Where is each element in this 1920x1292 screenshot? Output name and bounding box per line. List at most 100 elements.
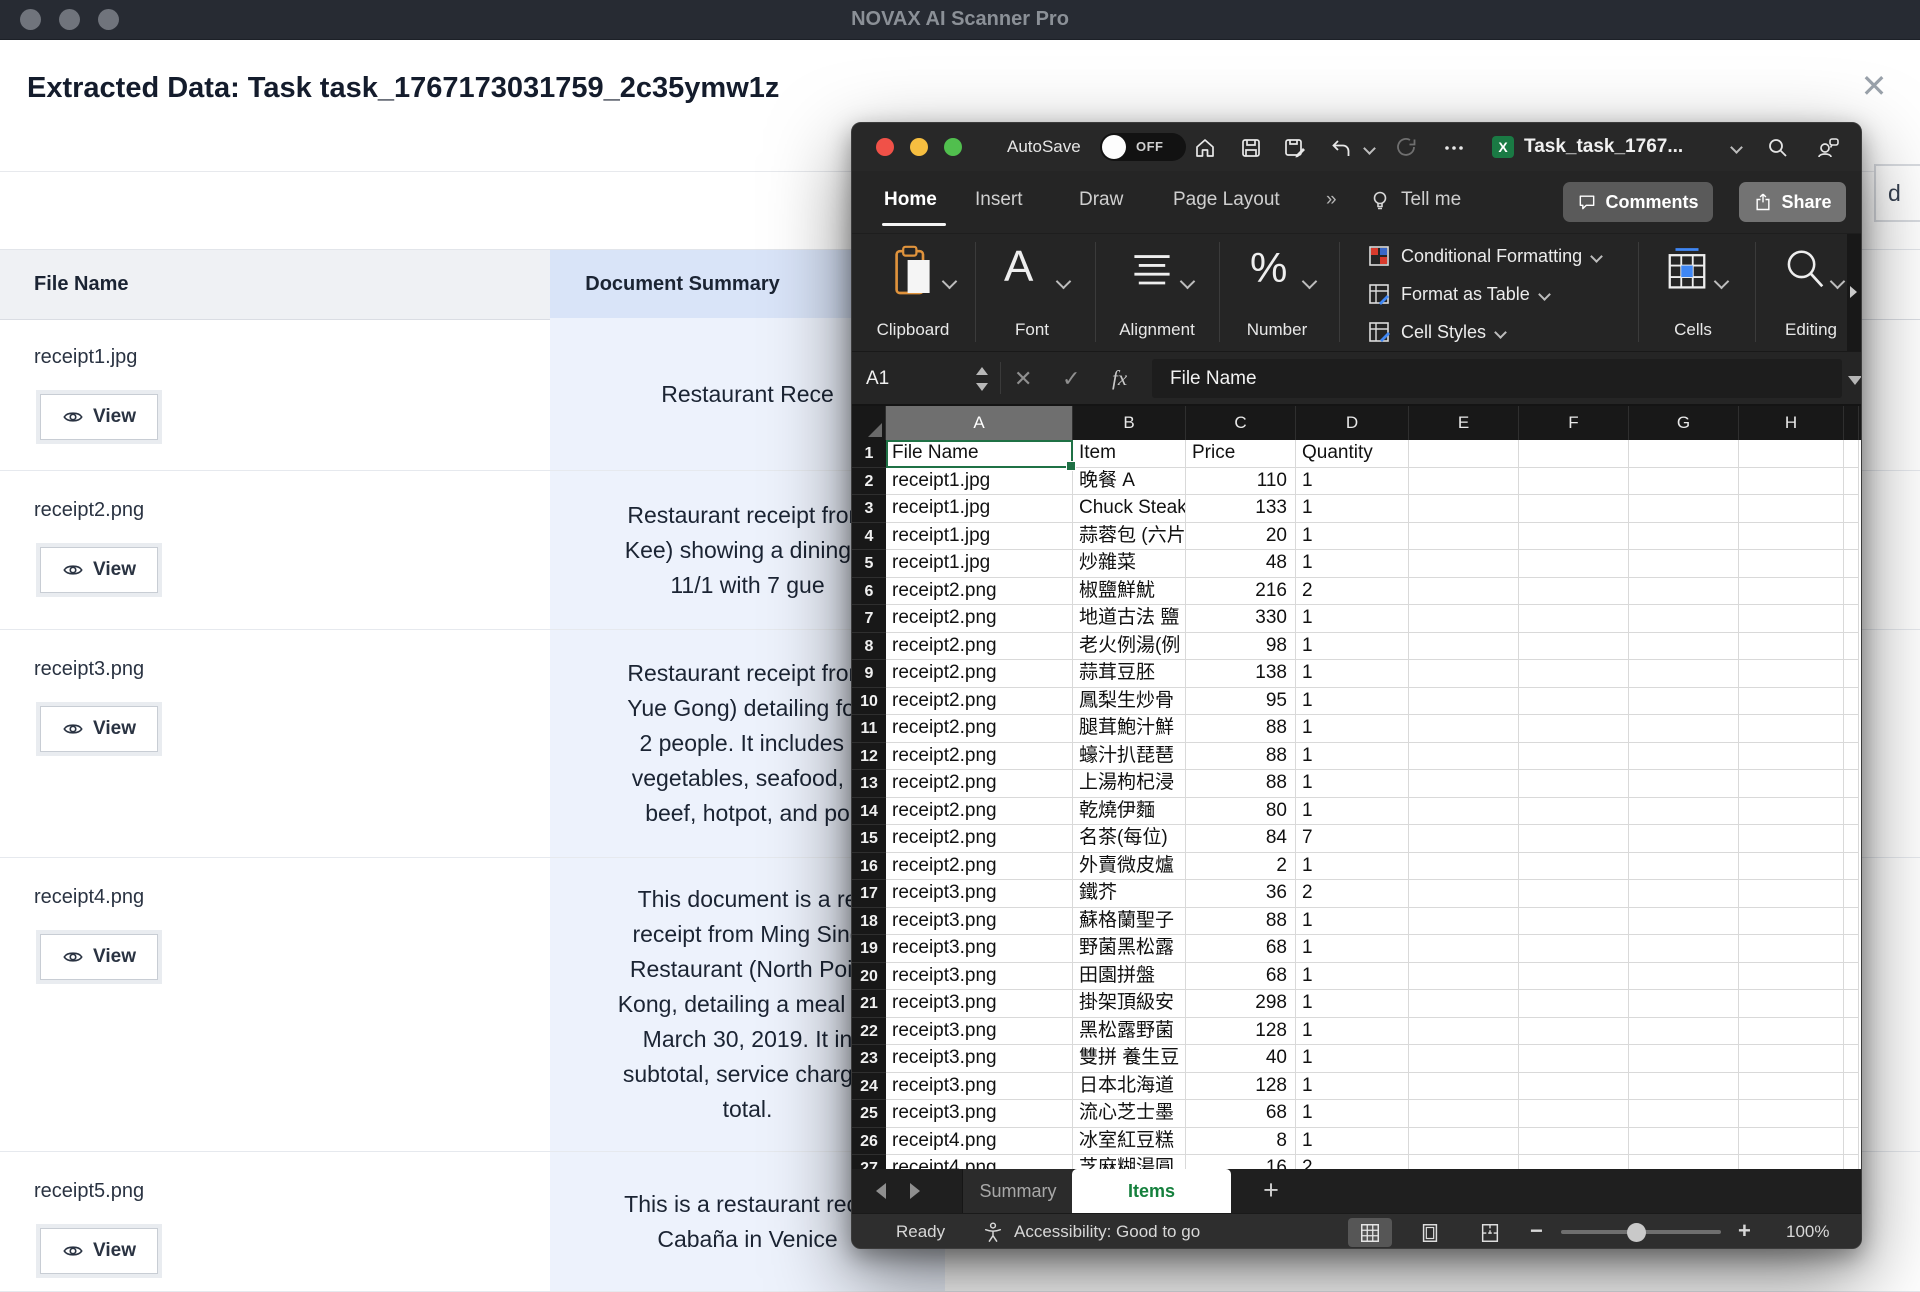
undo-icon[interactable]: [1329, 136, 1353, 160]
font-chevron-icon[interactable]: [1056, 274, 1072, 290]
grid-cell[interactable]: [1739, 935, 1844, 963]
home-icon[interactable]: [1193, 136, 1217, 160]
grid-cell[interactable]: [1519, 880, 1629, 908]
grid-cell[interactable]: 流心芝士墨: [1073, 1100, 1186, 1128]
editing-chevron-icon[interactable]: [1830, 274, 1846, 290]
grid-cell[interactable]: [1519, 1128, 1629, 1156]
grid-cell[interactable]: [1519, 770, 1629, 798]
grid-cell[interactable]: 1: [1296, 908, 1409, 936]
grid-cell[interactable]: [1629, 468, 1739, 496]
grid-cell[interactable]: [1519, 523, 1629, 551]
grid-cell[interactable]: [1844, 660, 1859, 688]
grid-cell[interactable]: receipt1.jpg: [886, 468, 1073, 496]
close-icon[interactable]: ✕: [1856, 68, 1892, 104]
row-header[interactable]: 9: [852, 660, 886, 688]
grid-cell[interactable]: 20: [1186, 523, 1296, 551]
grid-cell[interactable]: [1844, 880, 1859, 908]
grid-cell[interactable]: 98: [1186, 633, 1296, 661]
row-header[interactable]: 5: [852, 550, 886, 578]
grid-cell[interactable]: 1: [1296, 715, 1409, 743]
grid-cell[interactable]: [1519, 660, 1629, 688]
row-header[interactable]: 1: [852, 440, 886, 468]
view-button[interactable]: View: [40, 1228, 158, 1274]
grid-cell[interactable]: [1409, 1100, 1519, 1128]
grid-cell[interactable]: [1409, 853, 1519, 881]
row-header[interactable]: 12: [852, 743, 886, 771]
row-header[interactable]: 18: [852, 908, 886, 936]
view-button[interactable]: View: [40, 934, 158, 980]
grid-cell[interactable]: 1: [1296, 1128, 1409, 1156]
row-header[interactable]: 20: [852, 963, 886, 991]
row-header[interactable]: 7: [852, 605, 886, 633]
row-header[interactable]: 21: [852, 990, 886, 1018]
grid-cell[interactable]: [1629, 963, 1739, 991]
save-as-icon[interactable]: [1283, 136, 1307, 160]
grid-cell[interactable]: 1: [1296, 935, 1409, 963]
grid-cell[interactable]: [1844, 770, 1859, 798]
grid-cell[interactable]: [1739, 550, 1844, 578]
grid-cell[interactable]: [1739, 523, 1844, 551]
grid-cell[interactable]: [1409, 1045, 1519, 1073]
grid-cell[interactable]: [1409, 743, 1519, 771]
grid-cell[interactable]: 1: [1296, 1100, 1409, 1128]
grid-cell[interactable]: 乾燒伊麵: [1073, 798, 1186, 826]
grid-cell[interactable]: Item: [1073, 440, 1186, 468]
grid-cell[interactable]: 1: [1296, 495, 1409, 523]
grid-cell[interactable]: [1629, 908, 1739, 936]
grid-cell[interactable]: [1739, 1128, 1844, 1156]
clipboard-group-label[interactable]: Clipboard: [877, 320, 950, 340]
grid-cell[interactable]: receipt3.png: [886, 1073, 1073, 1101]
add-sheet-button[interactable]: +: [1256, 1169, 1286, 1213]
editing-group-label[interactable]: Editing: [1785, 320, 1837, 340]
grid-cell[interactable]: 68: [1186, 1100, 1296, 1128]
grid-cell[interactable]: [1519, 1018, 1629, 1046]
grid-cell[interactable]: [1409, 715, 1519, 743]
grid-cell[interactable]: [1844, 1128, 1859, 1156]
column-header[interactable]: D: [1296, 406, 1409, 440]
page-layout-view-button[interactable]: [1408, 1218, 1452, 1247]
grid-cell[interactable]: 1: [1296, 605, 1409, 633]
grid-cell[interactable]: [1844, 798, 1859, 826]
grid-cell[interactable]: [1844, 908, 1859, 936]
row-header[interactable]: 17: [852, 880, 886, 908]
grid-cell[interactable]: [1739, 688, 1844, 716]
grid-cell[interactable]: 地道古法 鹽: [1073, 605, 1186, 633]
row-header[interactable]: 19: [852, 935, 886, 963]
share-contact-icon[interactable]: [1816, 136, 1840, 160]
grid-cell[interactable]: [1409, 1155, 1519, 1169]
grid-cell[interactable]: receipt3.png: [886, 1045, 1073, 1073]
grid-cell[interactable]: 2: [1296, 1155, 1409, 1169]
row-header[interactable]: 3: [852, 495, 886, 523]
grid-cell[interactable]: receipt3.png: [886, 963, 1073, 991]
grid-cell[interactable]: [1629, 798, 1739, 826]
grid-cell[interactable]: receipt3.png: [886, 908, 1073, 936]
grid-cell[interactable]: [1844, 523, 1859, 551]
formula-bar-expand-icon[interactable]: [1848, 376, 1862, 385]
zoom-slider-knob[interactable]: [1627, 1223, 1646, 1242]
grid-cell[interactable]: [1844, 440, 1859, 468]
insert-function-icon[interactable]: fx: [1112, 352, 1127, 405]
grid-cell[interactable]: [1409, 798, 1519, 826]
grid-cell[interactable]: receipt1.jpg: [886, 495, 1073, 523]
select-all-corner[interactable]: [852, 406, 886, 440]
grid-cell[interactable]: [1739, 660, 1844, 688]
grid-cell[interactable]: [1844, 935, 1859, 963]
grid-cell[interactable]: 1: [1296, 1045, 1409, 1073]
row-header[interactable]: 4: [852, 523, 886, 551]
grid-cell[interactable]: [1519, 1045, 1629, 1073]
grid-cell[interactable]: [1409, 1073, 1519, 1101]
grid-cell[interactable]: receipt2.png: [886, 853, 1073, 881]
next-sheet-icon[interactable]: [910, 1183, 920, 1199]
grid-cell[interactable]: [1629, 770, 1739, 798]
grid-cell[interactable]: [1409, 770, 1519, 798]
grid-cell[interactable]: [1739, 633, 1844, 661]
grid-cell[interactable]: [1844, 578, 1859, 606]
font-group-label[interactable]: Font: [1015, 320, 1049, 340]
row-header[interactable]: 13: [852, 770, 886, 798]
grid-cell[interactable]: [1844, 1100, 1859, 1128]
prev-sheet-icon[interactable]: [876, 1183, 886, 1199]
grid-cell[interactable]: 芝麻糊湯圓: [1073, 1155, 1186, 1169]
grid-cell[interactable]: receipt3.png: [886, 990, 1073, 1018]
formula-input[interactable]: File Name: [1152, 359, 1842, 398]
grid-cell[interactable]: [1629, 633, 1739, 661]
